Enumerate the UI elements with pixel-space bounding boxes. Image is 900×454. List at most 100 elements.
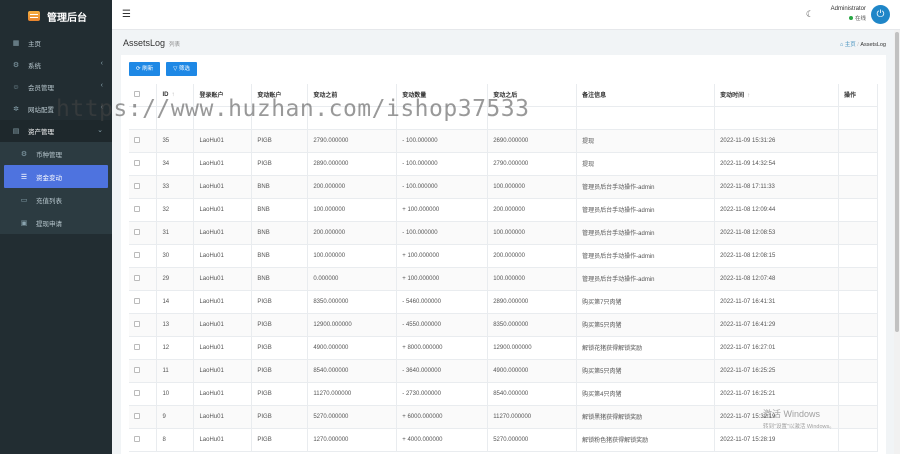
sidebar-item-0[interactable]: ▦ 主页: [0, 32, 112, 54]
power-avatar-icon[interactable]: ⏻: [871, 5, 890, 24]
menu-toggle-icon[interactable]: ☰: [122, 9, 131, 20]
row-checkbox[interactable]: [134, 205, 140, 212]
refresh-button[interactable]: ⟳ 刷新: [129, 62, 161, 76]
table-cell: 2690.000000: [487, 129, 578, 153]
row-checkbox[interactable]: [134, 251, 140, 258]
table-cell: 100.000000: [307, 198, 398, 222]
table-cell: LaoHu01: [193, 198, 253, 222]
row-checkbox-cell[interactable]: [129, 221, 158, 245]
table-cell: 管理员后台手动操作-admin: [576, 221, 716, 245]
table-cell: BNB: [251, 175, 309, 199]
table-cell: LaoHu01: [193, 313, 253, 337]
row-checkbox-cell[interactable]: [129, 336, 158, 360]
sidebar-subitem-1[interactable]: ☰ 资金变动: [4, 165, 108, 188]
table-cell: 30: [156, 244, 195, 268]
table-cell: 100.000000: [307, 244, 398, 268]
row-checkbox[interactable]: [134, 320, 140, 327]
table-cell: + 100.000000: [396, 267, 489, 291]
sidebar-item-4[interactable]: ▤ 资产管理 ⌄: [0, 120, 112, 142]
content-header: AssetsLog 列表 ⌂ 主页 / AssetsLog: [112, 30, 900, 56]
table-cell: 2022-11-07 16:25:25: [714, 359, 839, 383]
table-cell: [838, 129, 879, 153]
table-cell: [838, 382, 879, 406]
row-checkbox[interactable]: [134, 435, 140, 442]
table-cell: 14: [156, 290, 195, 314]
user-status: 在线: [831, 14, 866, 22]
row-checkbox-cell[interactable]: [129, 405, 158, 429]
sidebar-subitem-0[interactable]: ⚙ 币种管理: [0, 142, 112, 165]
row-checkbox-cell[interactable]: [129, 313, 158, 337]
row-checkbox[interactable]: [134, 343, 140, 350]
table-cell: 2890.000000: [487, 290, 578, 314]
user-name: Administrator: [830, 6, 866, 12]
row-checkbox-cell[interactable]: [129, 198, 158, 222]
row-checkbox[interactable]: [134, 182, 140, 189]
row-checkbox-cell[interactable]: [129, 428, 158, 452]
table-cell: [838, 198, 879, 222]
table-row: 13 LaoHu01 PIGB 12900.000000- 4550.000000 83…: [129, 313, 879, 337]
table-row: 29 LaoHu01 BNB 0.000000 + 100.000000 100.0000…: [129, 267, 879, 291]
table-cell: PIGB: [251, 313, 309, 337]
table-row: 34 LaoHu01 PIGB 2890.000000- 100.000000 2790…: [129, 152, 879, 176]
column-header-8[interactable]: 变动时间 ↑: [714, 84, 839, 107]
chevron-down-icon: ⌄: [97, 127, 103, 134]
row-checkbox[interactable]: [134, 274, 140, 281]
chevron-left-icon: ‹: [100, 82, 103, 89]
table-cell: 13: [156, 313, 195, 337]
assets-log-table: ID ↑ 登录账户 变动账户 变动之前 变动数量 变动之后 备注信息 变动时间 ↑ 操作 35 Lao…: [129, 84, 879, 452]
row-checkbox-cell[interactable]: [129, 382, 158, 406]
row-checkbox-cell[interactable]: [129, 129, 158, 153]
scrollbar-thumb[interactable]: [895, 32, 899, 332]
brand[interactable]: 管理后台: [0, 0, 112, 32]
row-checkbox-cell[interactable]: [129, 359, 158, 383]
table-cell: BNB: [251, 198, 309, 222]
table-cell: 200.000000: [307, 221, 398, 245]
windows-activation-notice: 激活 Windows 转到"设置"以激活 Windows。: [763, 409, 835, 430]
sidebar-item-2[interactable]: ☺ 会员管理 ‹: [0, 76, 112, 98]
table-cell: 购买第5只肉猪: [576, 313, 716, 337]
table-cell: 11: [156, 359, 195, 383]
row-checkbox-cell[interactable]: [129, 152, 158, 176]
row-checkbox[interactable]: [134, 297, 140, 304]
row-checkbox-cell[interactable]: [129, 267, 158, 291]
row-checkbox[interactable]: [134, 366, 140, 373]
table-cell: LaoHu01: [193, 428, 253, 452]
row-checkbox[interactable]: [134, 159, 140, 166]
row-checkbox-cell[interactable]: [129, 175, 158, 199]
dark-mode-icon[interactable]: ☾: [806, 9, 814, 20]
cog-icon: ✲: [13, 106, 19, 113]
user-info[interactable]: Administrator 在线: [831, 6, 866, 22]
breadcrumb-home[interactable]: ⌂ 主页: [840, 42, 856, 48]
table-cell: PIGB: [251, 428, 309, 452]
table-cell: 解锁花猪获得解锁奖励: [576, 336, 716, 360]
table-cell: LaoHu01: [193, 336, 253, 360]
table-cell: [838, 244, 879, 268]
row-checkbox-cell[interactable]: [129, 244, 158, 268]
table-cell: PIGB: [251, 129, 309, 153]
table-row: 33 LaoHu01 BNB 200.000000- 100.000000 100.00…: [129, 175, 879, 199]
sort-icon[interactable]: ↑: [747, 93, 750, 99]
sidebar-subitem-3[interactable]: ▣ 提现申请: [0, 211, 112, 234]
table-row: 31 LaoHu01 BNB 200.000000- 100.000000 100.00…: [129, 221, 879, 245]
row-checkbox[interactable]: [134, 389, 140, 396]
sidebar-subitem-2[interactable]: ▭ 充值列表: [0, 188, 112, 211]
row-checkbox[interactable]: [134, 412, 140, 419]
table-cell: 管理员后台手动操作-admin: [576, 175, 716, 199]
row-checkbox[interactable]: [134, 136, 140, 143]
row-checkbox[interactable]: [134, 228, 140, 235]
chevron-left-icon: ‹: [100, 60, 103, 67]
table-cell: 2022-11-09 15:31:26: [714, 129, 839, 153]
table-cell: LaoHu01: [193, 129, 253, 153]
table-cell: + 100.000000: [396, 198, 489, 222]
table-cell: 2022-11-07 16:25:21: [714, 382, 839, 406]
table-cell: 4900.000000: [307, 336, 398, 360]
deposit-icon: ▭: [20, 196, 28, 204]
filter-button[interactable]: ▽ 筛选: [166, 62, 197, 76]
table-cell: PIGB: [251, 290, 309, 314]
row-checkbox-cell[interactable]: [129, 290, 158, 314]
column-header-9: 操作: [838, 84, 879, 107]
sidebar-item-1[interactable]: ⚙ 系统 ‹: [0, 54, 112, 76]
page-scrollbar[interactable]: [894, 30, 900, 454]
table-cell: PIGB: [251, 382, 309, 406]
table-cell: [838, 405, 879, 429]
